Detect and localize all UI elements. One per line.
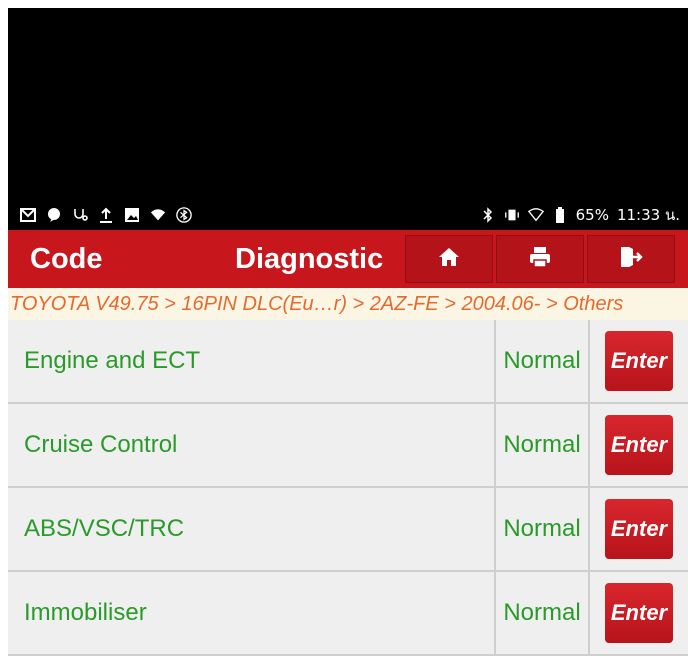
print-icon xyxy=(528,246,552,273)
app-header: Code Diagnostic xyxy=(8,230,688,288)
system-status: Normal xyxy=(496,320,590,402)
vibrate-icon xyxy=(504,207,520,223)
system-status: Normal xyxy=(496,488,590,570)
status-bar: 65% 11:33 น. xyxy=(8,200,688,230)
battery-percent: 65% xyxy=(575,206,609,224)
bluetooth-icon xyxy=(480,207,496,223)
system-name: Engine and ECT xyxy=(8,320,496,402)
system-name: ABS/VSC/TRC xyxy=(8,488,496,570)
system-name: Cruise Control xyxy=(8,404,496,486)
home-button[interactable] xyxy=(405,235,493,283)
enter-button[interactable]: Enter xyxy=(605,583,673,643)
list-item: ABS/VSC/TRC Normal Enter xyxy=(8,488,688,572)
enter-button[interactable]: Enter xyxy=(605,415,673,475)
system-status: Normal xyxy=(496,572,590,654)
black-area xyxy=(8,8,688,230)
exit-icon xyxy=(619,246,643,273)
header-title-code: Code xyxy=(30,242,103,275)
exit-button[interactable] xyxy=(587,235,675,283)
clock: 11:33 น. xyxy=(616,206,680,224)
bluetooth-circle-icon xyxy=(176,207,192,223)
list-item: Immobiliser Normal Enter xyxy=(8,572,688,656)
stethoscope-icon xyxy=(72,207,88,223)
battery-icon xyxy=(552,207,568,223)
gmail-icon xyxy=(20,207,36,223)
system-list: Engine and ECT Normal Enter Cruise Contr… xyxy=(8,320,688,656)
list-item: Engine and ECT Normal Enter xyxy=(8,320,688,404)
breadcrumb: TOYOTA V49.75 > 16PIN DLC(Eu…r) > 2AZ-FE… xyxy=(8,288,688,320)
header-title-diagnostic: Diagnostic xyxy=(235,242,384,275)
message-icon xyxy=(46,207,62,223)
system-name: Immobiliser xyxy=(8,572,496,654)
home-icon xyxy=(438,246,460,273)
system-status: Normal xyxy=(496,404,590,486)
enter-button[interactable]: Enter xyxy=(605,331,673,391)
list-item: Cruise Control Normal Enter xyxy=(8,404,688,488)
upload-icon xyxy=(98,207,114,223)
print-button[interactable] xyxy=(496,235,584,283)
image-icon xyxy=(124,207,140,223)
wifi-question-icon xyxy=(150,207,166,223)
wifi-icon xyxy=(527,207,544,223)
enter-button[interactable]: Enter xyxy=(605,499,673,559)
breadcrumb-text: TOYOTA V49.75 > 16PIN DLC(Eu…r) > 2AZ-FE… xyxy=(10,292,624,315)
